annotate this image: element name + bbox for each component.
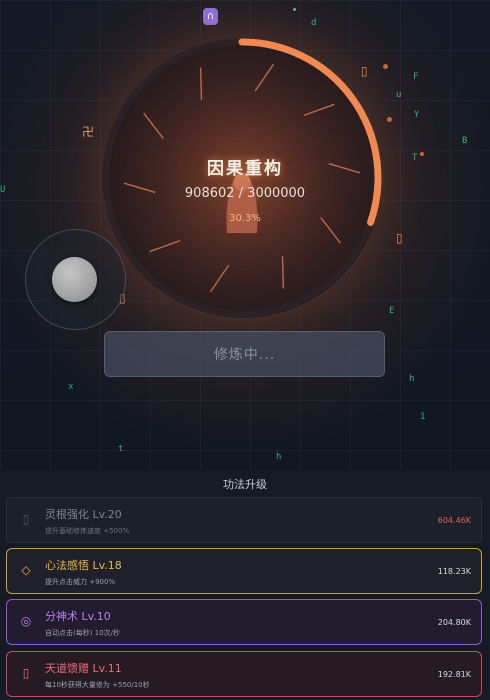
- cultivation-scene: d F u Y B T E x h 1 t h U 卍 ▯ ▯ ▯ ∩ 因果重构…: [0, 0, 490, 470]
- upgrade-panel-title: 功法升级: [223, 478, 267, 491]
- skill-desc: 提升基础修炼速度 +500%: [45, 527, 130, 535]
- cultivation-progress-text: 908602 / 3000000: [184, 186, 306, 201]
- cultivation-percent: 30.3%: [229, 213, 261, 224]
- orb-tick-mark: [142, 112, 164, 140]
- orb-tick-mark: [303, 103, 335, 117]
- skill-card-clone-art[interactable]: ◎ 分神术 Lv.10 自动点击(每秒) 10次/秒 204.80K: [6, 599, 482, 645]
- locked-icon: ▯: [22, 512, 30, 526]
- skill-name: 天道馈赠 Lv.11: [45, 662, 122, 675]
- skill-cost: 204.80K: [437, 618, 471, 627]
- skill-cost: 604.46K: [437, 516, 471, 525]
- orb-tick-mark: [199, 67, 203, 100]
- cultivate-button[interactable]: 修炼中...: [104, 331, 385, 377]
- orb-tick-mark: [149, 239, 181, 253]
- skill-name: 灵根强化 Lv.20: [45, 508, 122, 521]
- skill-desc: 提升点击威力 +900%: [45, 578, 116, 586]
- skill-card-spirit-root[interactable]: ▯ 灵根强化 Lv.20 提升基础修炼速度 +500% 604.46K: [6, 497, 482, 543]
- skill-card-heart-method[interactable]: ◇ 心法感悟 Lv.18 提升点击威力 +900% 118.23K: [6, 548, 482, 594]
- spiral-icon: ◎: [20, 614, 32, 628]
- skill-desc: 每10秒获得大量修为 +550/10秒: [45, 681, 150, 689]
- orb-tick-mark: [281, 256, 285, 289]
- orb-tick-mark: [254, 63, 275, 92]
- realm-title: 因果重构: [207, 159, 283, 179]
- orb-tick-mark: [209, 264, 230, 293]
- joystick-knob[interactable]: [52, 257, 97, 302]
- diamond-icon: ◇: [21, 563, 31, 577]
- skill-cost: 118.23K: [437, 567, 471, 576]
- skill-name: 心法感悟 Lv.18: [45, 559, 122, 572]
- skill-card-heaven-gift[interactable]: ▯ 天道馈赠 Lv.11 每10秒获得大量修为 +550/10秒 192.81K: [6, 651, 482, 697]
- skill-cost: 192.81K: [437, 670, 471, 679]
- skill-desc: 自动点击(每秒) 10次/秒: [45, 629, 120, 637]
- scroll-icon: ▯: [22, 666, 30, 680]
- skill-name: 分神术 Lv.10: [45, 610, 111, 623]
